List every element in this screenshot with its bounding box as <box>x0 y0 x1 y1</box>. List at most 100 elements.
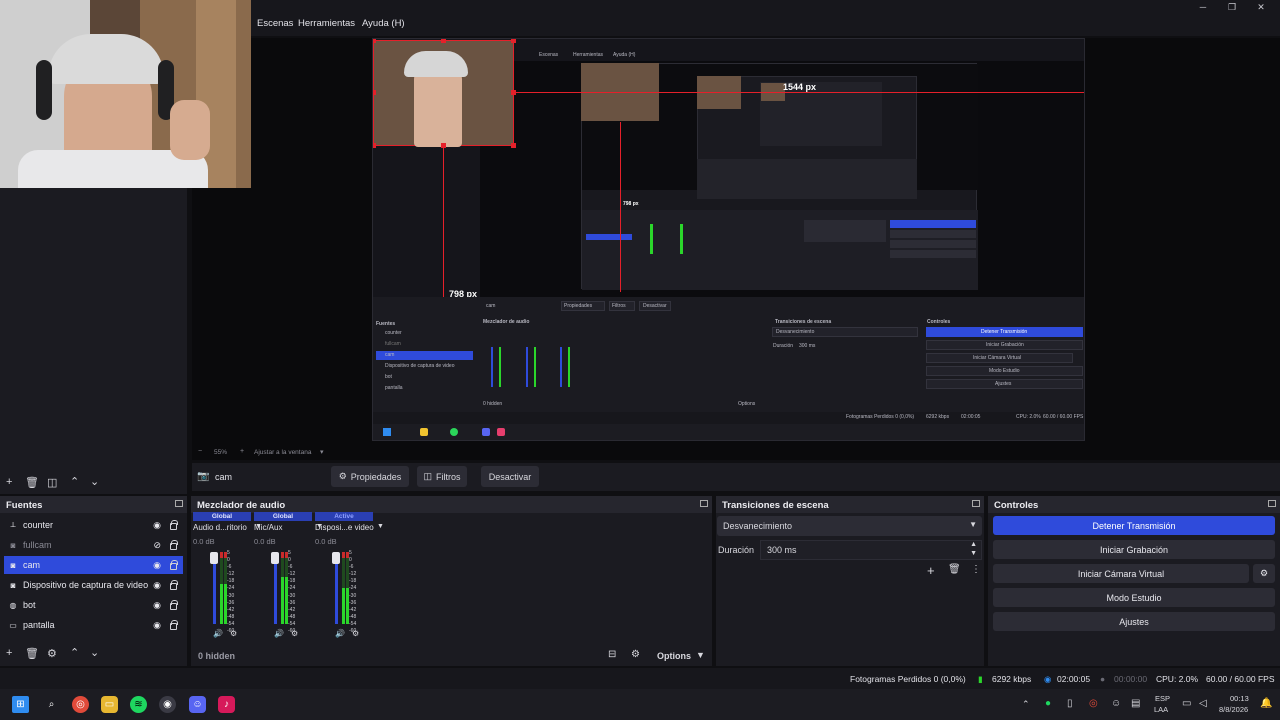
stop-stream-button[interactable]: Detener Transmisión <box>993 516 1275 535</box>
clock-date[interactable]: 8/8/2026 <box>1219 705 1248 714</box>
speaker-icon[interactable]: 🔊 <box>335 629 345 638</box>
preview-canvas[interactable]: Escenas Herramientas Ayuda (H) 1544 px 7… <box>372 38 1085 441</box>
duration-field[interactable]: 300 ms ▲ ▼ <box>760 540 982 560</box>
eye-icon[interactable]: ◉ <box>153 560 161 571</box>
volume-icon[interactable]: ◁ <box>1199 698 1207 709</box>
discord-tray-icon[interactable]: ☺ <box>1111 698 1121 709</box>
obs-icon[interactable]: ◉ <box>159 696 176 713</box>
lock-icon[interactable] <box>170 580 178 590</box>
discord-icon[interactable]: ☺ <box>189 696 206 713</box>
start-recording-button[interactable]: Iniciar Grabación <box>993 540 1275 559</box>
source-row[interactable]: ◙ fullcam ⊘ <box>4 536 183 554</box>
remove-scene-icon[interactable]: 🗑 <box>25 476 39 489</box>
lock-icon[interactable] <box>170 560 178 570</box>
menu-escenas[interactable]: Escenas <box>257 18 293 29</box>
mixer-badge: Global <box>193 512 251 521</box>
folder-icon[interactable]: ▭ <box>101 696 118 713</box>
app-icon[interactable]: ♪ <box>218 696 235 713</box>
source-row[interactable]: ⟂ counter ◉ <box>4 516 183 534</box>
tray-app-icon[interactable]: ◎ <box>1089 698 1098 709</box>
mixer-settings-icon[interactable]: ⚙ <box>631 649 640 660</box>
meter-tick-label: -42 <box>349 606 357 613</box>
usb-icon[interactable]: ▯ <box>1067 698 1073 709</box>
source-down-icon[interactable]: ⌄ <box>90 646 99 659</box>
properties-button[interactable]: ⚙ Propiedades <box>331 466 409 487</box>
scene-down-icon[interactable]: ⌄ <box>90 475 99 488</box>
more-options-icon[interactable]: ⋮ <box>971 564 981 575</box>
language-bottom[interactable]: LAA <box>1154 705 1168 714</box>
dock-float-icon[interactable] <box>175 500 183 507</box>
add-scene-icon[interactable]: + <box>6 476 12 488</box>
start-virtual-cam-button[interactable]: Iniciar Cámara Virtual <box>993 564 1249 583</box>
mixer-channel-name[interactable]: Disposi...e video <box>315 523 374 532</box>
menu-herramientas[interactable]: Herramientas <box>298 18 355 29</box>
close-icon[interactable]: ✕ <box>1254 2 1268 14</box>
eye-icon[interactable]: ◉ <box>153 580 161 591</box>
zoom-fit-select[interactable]: Ajustar a la ventana <box>254 449 311 456</box>
settings-button[interactable]: Ajustes <box>993 612 1275 631</box>
transition-select[interactable]: Desvanecimiento ▼ <box>717 516 982 536</box>
mixer-channel-name[interactable]: Mic/Aux <box>254 523 282 532</box>
remove-source-icon[interactable]: 🗑 <box>25 647 39 660</box>
volume-fader-knob[interactable] <box>332 552 340 564</box>
lock-icon[interactable] <box>170 540 178 550</box>
chevron-down-icon[interactable]: ▼ <box>377 523 384 530</box>
channel-settings-icon[interactable]: ⚙ <box>352 629 359 638</box>
remove-transition-icon[interactable]: 🗑 <box>948 564 961 575</box>
network-icon[interactable]: ▤ <box>1131 698 1140 709</box>
source-row[interactable]: ◙ Dispositivo de captura de video ◉ <box>4 576 183 594</box>
zoom-out-icon[interactable]: − <box>198 448 202 455</box>
minimize-icon[interactable]: ─ <box>1196 2 1210 14</box>
chevron-up-icon[interactable]: ⌃ <box>1022 699 1030 710</box>
selected-source-bounds[interactable] <box>373 40 514 147</box>
source-up-icon[interactable]: ⌃ <box>70 646 79 659</box>
volume-fader-knob[interactable] <box>210 552 218 564</box>
chrome-icon[interactable]: ◎ <box>72 696 89 713</box>
lock-icon[interactable] <box>170 620 178 630</box>
lock-icon[interactable] <box>170 600 178 610</box>
eye-icon[interactable]: ◉ <box>153 520 161 531</box>
eye-off-icon[interactable]: ⊘ <box>153 540 161 551</box>
maximize-icon[interactable]: ❐ <box>1225 2 1239 14</box>
spotify-icon[interactable]: ≋ <box>130 696 147 713</box>
volume-fader-knob[interactable] <box>271 552 279 564</box>
deactivate-button[interactable]: Desactivar <box>481 466 539 487</box>
spotify-tray-icon[interactable]: ● <box>1045 698 1051 709</box>
chevron-down-icon[interactable]: ▾ <box>320 448 324 456</box>
filters-button[interactable]: ◫ Filtros <box>417 466 467 487</box>
source-row[interactable]: ▭ pantalla ◉ <box>4 616 183 634</box>
source-settings-icon[interactable]: ⚙ <box>47 647 57 660</box>
options-menu[interactable]: Options <box>657 651 691 661</box>
clock-time[interactable]: 00:13 <box>1230 694 1249 703</box>
mixer-layout-icon[interactable]: ⊟ <box>608 649 616 660</box>
menu-ayuda[interactable]: Ayuda (H) <box>362 18 405 29</box>
spin-up-icon[interactable]: ▲ <box>970 541 977 548</box>
studio-mode-button[interactable]: Modo Estudio <box>993 588 1275 607</box>
lock-icon[interactable] <box>170 520 178 530</box>
add-transition-icon[interactable]: + <box>927 563 935 578</box>
search-icon[interactable]: ⌕ <box>43 696 60 713</box>
dock-float-icon[interactable] <box>1268 500 1276 507</box>
language-top[interactable]: ESP <box>1155 694 1170 703</box>
scene-filters-icon[interactable]: ◫ <box>47 476 57 489</box>
windows-start-icon[interactable]: ⊞ <box>12 696 29 713</box>
eye-icon[interactable]: ◉ <box>153 600 161 611</box>
dock-float-icon[interactable] <box>700 500 708 507</box>
source-row[interactable]: ◙ cam ◉ <box>4 556 183 574</box>
notification-icon[interactable]: 🔔 <box>1260 698 1272 709</box>
add-source-icon[interactable]: + <box>6 647 12 659</box>
monitor-icon[interactable]: ▭ <box>1182 698 1191 709</box>
duration-value: 300 ms <box>767 545 797 555</box>
scene-up-icon[interactable]: ⌃ <box>70 475 79 488</box>
virtual-cam-settings-button[interactable]: ⚙ <box>1253 564 1275 583</box>
spin-down-icon[interactable]: ▼ <box>970 550 977 557</box>
mixer-channel-name[interactable]: Audio d...ritorio <box>193 523 247 532</box>
eye-icon[interactable]: ◉ <box>153 620 161 631</box>
channel-settings-icon[interactable]: ⚙ <box>230 629 237 638</box>
zoom-in-icon[interactable]: + <box>240 448 244 455</box>
speaker-icon[interactable]: 🔊 <box>213 629 223 638</box>
source-row[interactable]: ◍ bot ◉ <box>4 596 183 614</box>
speaker-icon[interactable]: 🔊 <box>274 629 284 638</box>
dock-float-icon[interactable] <box>972 500 980 507</box>
channel-settings-icon[interactable]: ⚙ <box>291 629 298 638</box>
